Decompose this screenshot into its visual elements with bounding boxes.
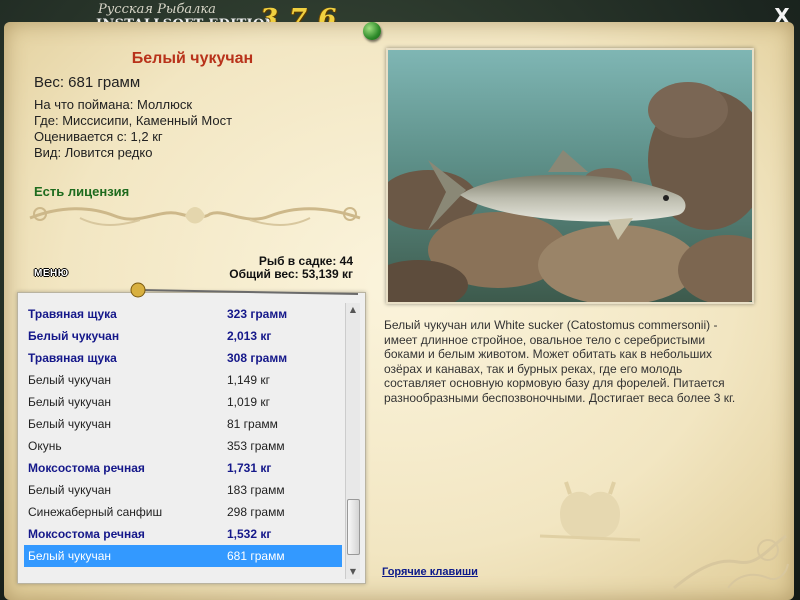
catch-list-row[interactable]: Окунь 353 грамм — [24, 435, 342, 457]
catch-row-weight: 1,149 кг — [227, 373, 270, 387]
scroll-down-icon[interactable]: ▼ — [346, 565, 360, 579]
catch-row-weight: 1,731 кг — [227, 461, 272, 475]
catch-list-panel: Травяная щука 323 грамм Белый чукучан 2,013… — [17, 292, 366, 584]
scroll-up-icon[interactable]: ▲ — [346, 303, 360, 317]
catch-row-weight: 2,013 кг — [227, 329, 272, 343]
pin-icon — [363, 22, 381, 40]
catch-list-row[interactable]: Белый чукучан 1,019 кг — [24, 391, 342, 413]
catch-list-row[interactable]: Травяная щука 323 грамм — [24, 303, 342, 325]
catch-row-fish-name: Моксостома речная — [28, 461, 145, 475]
catch-list-row[interactable]: Белый чукучан 681 грамм — [24, 545, 342, 567]
fisherman-stamp-icon — [539, 481, 641, 542]
fish-count: Рыб в садке: 44 — [258, 254, 353, 268]
catch-row-fish-name: Белый чукучан — [28, 395, 112, 409]
catch-bait: На что поймана: Моллюск — [34, 97, 193, 112]
catch-row-fish-name: Белый чукучан — [28, 549, 112, 563]
catch-rated-from: Оценивается с: 1,2 кг — [34, 129, 163, 144]
catch-row-weight: 308 грамм — [227, 351, 288, 365]
catch-row-fish-name: Белый чукучан — [28, 373, 112, 387]
catch-row-fish-name: Белый чукучан — [28, 483, 112, 497]
catch-row-weight: 183 грамм — [227, 483, 285, 497]
catch-row-fish-name: Травяная щука — [28, 351, 117, 365]
catch-list: Травяная щука 323 грамм Белый чукучан 2,013… — [24, 303, 342, 575]
total-weight: Общий вес: 53,139 кг — [229, 267, 353, 281]
fish-description: Белый чукучан или White sucker (Catostom… — [384, 318, 736, 405]
fish-photo — [386, 48, 754, 304]
catch-row-weight: 1,019 кг — [227, 395, 270, 409]
catch-row-fish-name: Моксостома речная — [28, 527, 145, 541]
game-window: Русская Рыбалка INSTALLSOFT EDITION 3.7.… — [0, 0, 800, 600]
catch-row-weight: 1,532 кг — [227, 527, 272, 541]
catch-location: Где: Миссисипи, Каменный Мост — [34, 113, 233, 128]
brand-name-ru: Русская Рыбалка — [98, 2, 216, 17]
catch-list-row[interactable]: Белый чукучан 183 грамм — [24, 479, 342, 501]
scroll-thumb[interactable] — [347, 499, 360, 555]
ornament-divider — [29, 207, 361, 226]
catch-kind: Вид: Ловится редко — [34, 145, 153, 160]
catch-row-weight: 353 грамм — [227, 439, 285, 453]
catch-row-weight: 681 грамм — [227, 549, 285, 563]
catch-list-row[interactable]: Моксостома речная 1,731 кг — [24, 457, 342, 479]
catch-row-fish-name: Белый чукучан — [28, 417, 112, 431]
fish-weight: Вес: 681 грамм — [34, 74, 141, 91]
rod-decoration — [130, 282, 359, 298]
catch-list-row[interactable]: Белый чукучан 1,149 кг — [24, 369, 342, 391]
catch-row-fish-name: Окунь — [28, 439, 62, 453]
catch-list-row[interactable]: Травяная щука 308 грамм — [24, 347, 342, 369]
menu-button[interactable]: МЕНЮ — [34, 268, 69, 279]
catch-list-row[interactable]: Белый чукучан 81 грамм — [24, 413, 342, 435]
catch-row-weight: 81 грамм — [227, 417, 278, 431]
catch-row-fish-name: Синежаберный санфиш — [28, 505, 163, 519]
hotkeys-link[interactable]: Горячие клавиши — [382, 566, 478, 578]
scrollbar[interactable]: ▲ ▼ — [345, 303, 360, 579]
corner-ornament-icon — [673, 534, 789, 590]
catch-list-row[interactable]: Синежаберный санфиш 298 грамм — [24, 501, 342, 523]
catch-row-fish-name: Белый чукучан — [28, 329, 120, 343]
catch-list-row[interactable]: Моксостома речная 1,532 кг — [24, 523, 342, 545]
catch-row-fish-name: Травяная щука — [28, 307, 117, 321]
catch-row-weight: 323 грамм — [227, 307, 288, 321]
fish-title: Белый чукучан — [131, 50, 254, 67]
catch-row-weight: 298 грамм — [227, 505, 285, 519]
catch-list-row[interactable]: Белый чукучан 2,013 кг — [24, 325, 342, 347]
